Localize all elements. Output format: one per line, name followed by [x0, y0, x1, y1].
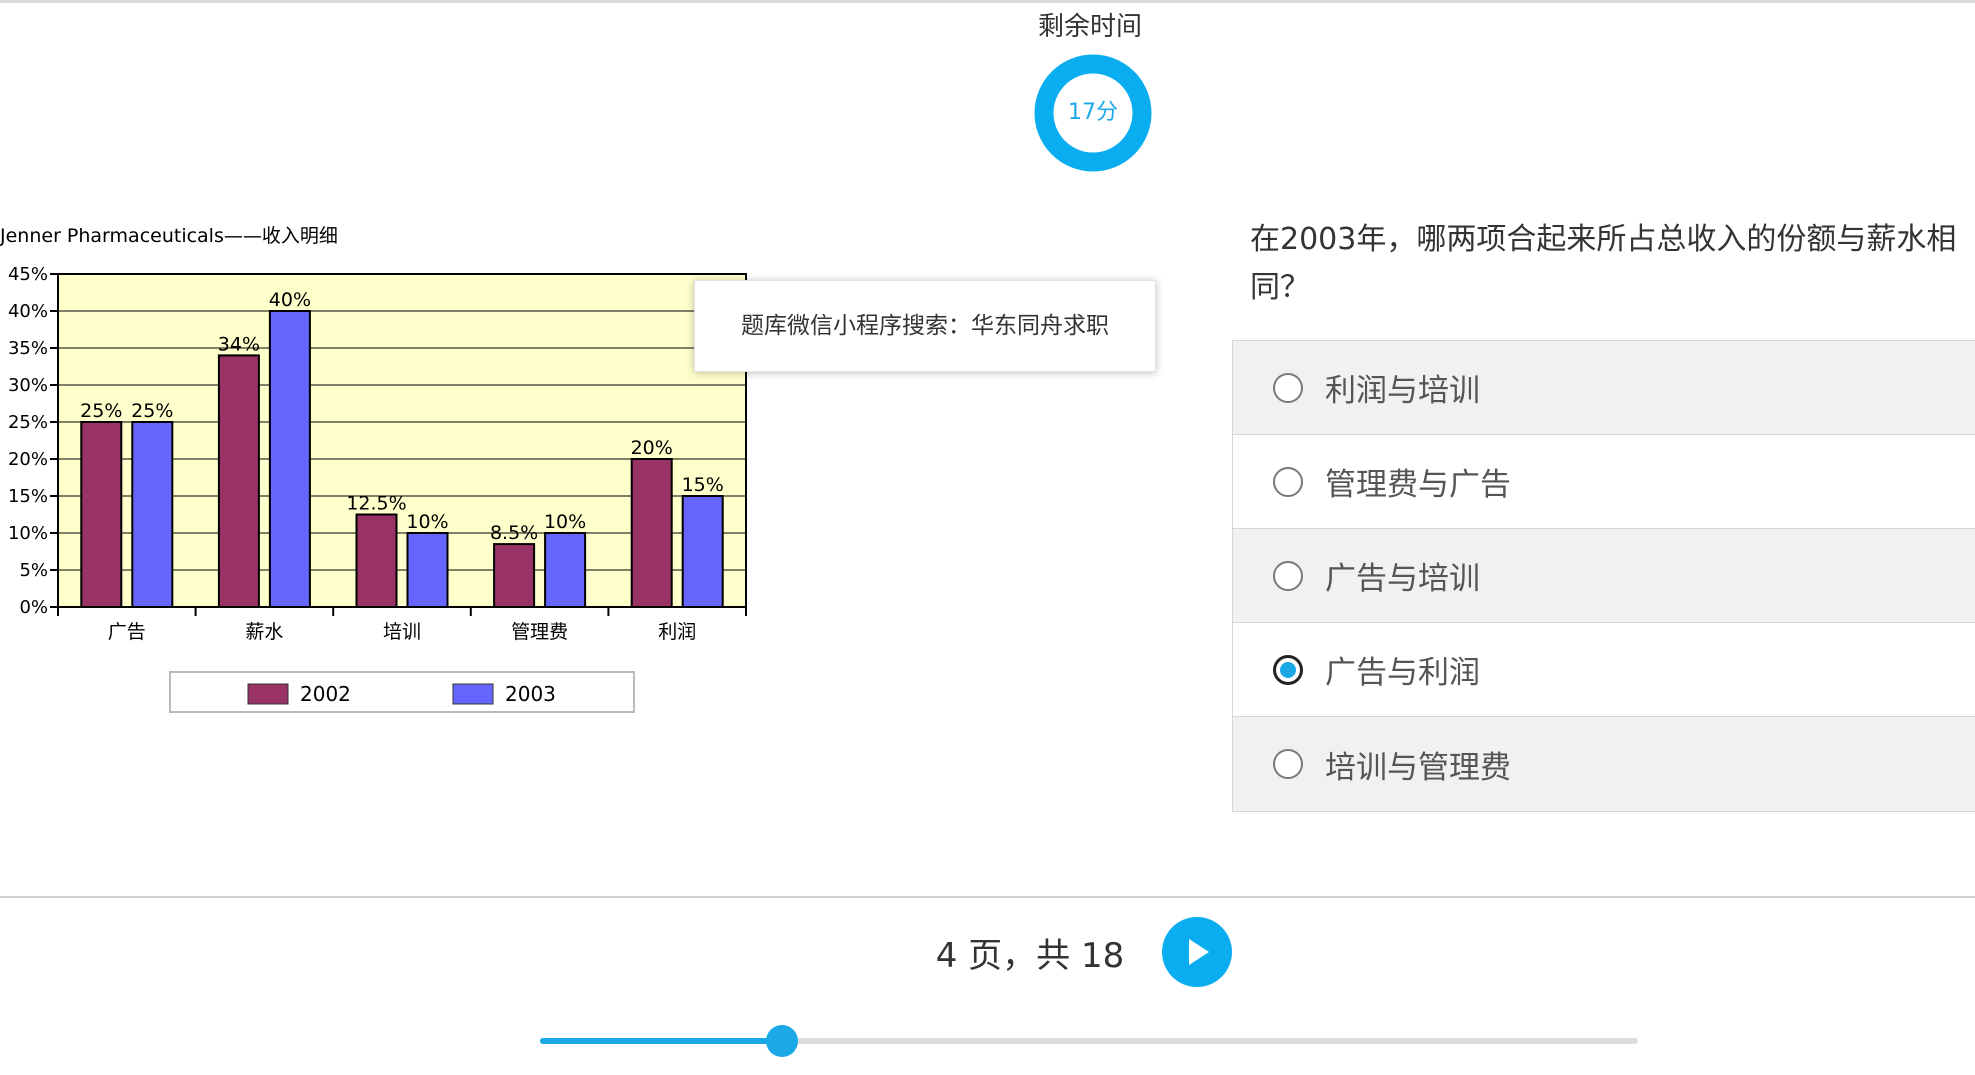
- option-label: 利润与培训: [1325, 373, 1480, 409]
- legend-swatch: [247, 683, 289, 705]
- next-page-button[interactable]: [1162, 917, 1232, 987]
- data-label: 34%: [218, 333, 260, 355]
- y-tick-label: 15%: [8, 486, 48, 507]
- progress-slider-fill: [540, 1038, 782, 1044]
- y-tick-label: 20%: [8, 449, 48, 470]
- data-label: 10%: [544, 511, 586, 533]
- x-tick-label: 管理费: [511, 621, 568, 643]
- radio-button[interactable]: [1273, 372, 1303, 403]
- bar: [406, 532, 449, 608]
- bar: [217, 354, 260, 608]
- progress-slider-thumb[interactable]: [765, 1025, 798, 1057]
- timer-label: 剩余时间: [1037, 12, 1142, 42]
- answer-option[interactable]: 培训与管理费: [1233, 717, 1975, 811]
- legend-label: 2003: [505, 682, 556, 706]
- x-tick-label: 培训: [383, 621, 421, 643]
- data-label: 40%: [269, 289, 311, 311]
- bar: [493, 543, 536, 609]
- y-tick-label: 25%: [8, 412, 48, 433]
- answer-option[interactable]: 管理费与广告: [1233, 435, 1975, 529]
- option-label: 培训与管理费: [1325, 749, 1511, 786]
- radio-button[interactable]: [1273, 466, 1303, 497]
- bar-chart: Jenner Pharmaceuticals——收入明细 0% 5% 10% 15% 20…: [0, 225, 747, 713]
- page-indicator: 4 页，共 18: [935, 936, 1125, 976]
- data-label: 10%: [406, 511, 448, 533]
- answer-option[interactable]: 利润与培训: [1233, 341, 1975, 435]
- bar: [544, 532, 587, 608]
- answer-option[interactable]: 广告与利润: [1233, 623, 1975, 717]
- bar: [630, 458, 673, 608]
- question-text: 在2003年，哪两项合起来所占总收入的份额与薪水相同？: [1250, 222, 1957, 305]
- chart-title: Jenner Pharmaceuticals——收入明细: [0, 225, 338, 247]
- x-tick-label: 广告: [108, 621, 146, 643]
- options-list: 利润与培训管理费与广告 广告与培训广告与利润培训与管理费: [1232, 340, 1975, 812]
- y-tick-label: 30%: [8, 375, 48, 396]
- timer-value: 17分: [1068, 100, 1118, 125]
- bar: [268, 310, 311, 608]
- y-tick-label: 10%: [8, 523, 48, 544]
- data-label: 15%: [682, 474, 724, 496]
- x-tick-label: 利润: [658, 621, 696, 643]
- y-tick-label: 5%: [19, 560, 48, 581]
- option-label: 广告与利润: [1325, 655, 1480, 691]
- option-label: 广告与培训: [1325, 561, 1480, 597]
- legend-swatch: [452, 683, 494, 705]
- y-tick-label: 35%: [8, 338, 48, 359]
- bar: [80, 421, 123, 608]
- bar: [131, 421, 174, 608]
- data-label: 25%: [80, 400, 122, 422]
- y-tick-label: 0%: [19, 597, 48, 618]
- watermark-tooltip: 题库微信小程序搜索：华东同舟求职: [694, 280, 1156, 372]
- x-tick-label: 薪水: [245, 621, 283, 643]
- radio-button[interactable]: [1273, 654, 1303, 685]
- data-label: 25%: [131, 400, 173, 422]
- legend-box: [169, 671, 635, 713]
- bar: [355, 513, 398, 608]
- radio-button[interactable]: [1273, 560, 1303, 591]
- answer-option[interactable]: 广告与培训: [1233, 529, 1975, 623]
- data-label: 8.5%: [490, 522, 538, 544]
- radio-button[interactable]: [1273, 749, 1303, 779]
- legend-label: 2002: [300, 682, 351, 706]
- option-label: 管理费与广告: [1325, 467, 1511, 503]
- bottom-divider: [0, 896, 1975, 898]
- data-label: 20%: [631, 437, 673, 459]
- bar: [681, 495, 724, 608]
- y-tick-label: 40%: [8, 301, 48, 322]
- y-tick-label: 45%: [8, 264, 48, 285]
- data-label: 12.5%: [346, 493, 406, 515]
- top-divider: [0, 0, 1975, 3]
